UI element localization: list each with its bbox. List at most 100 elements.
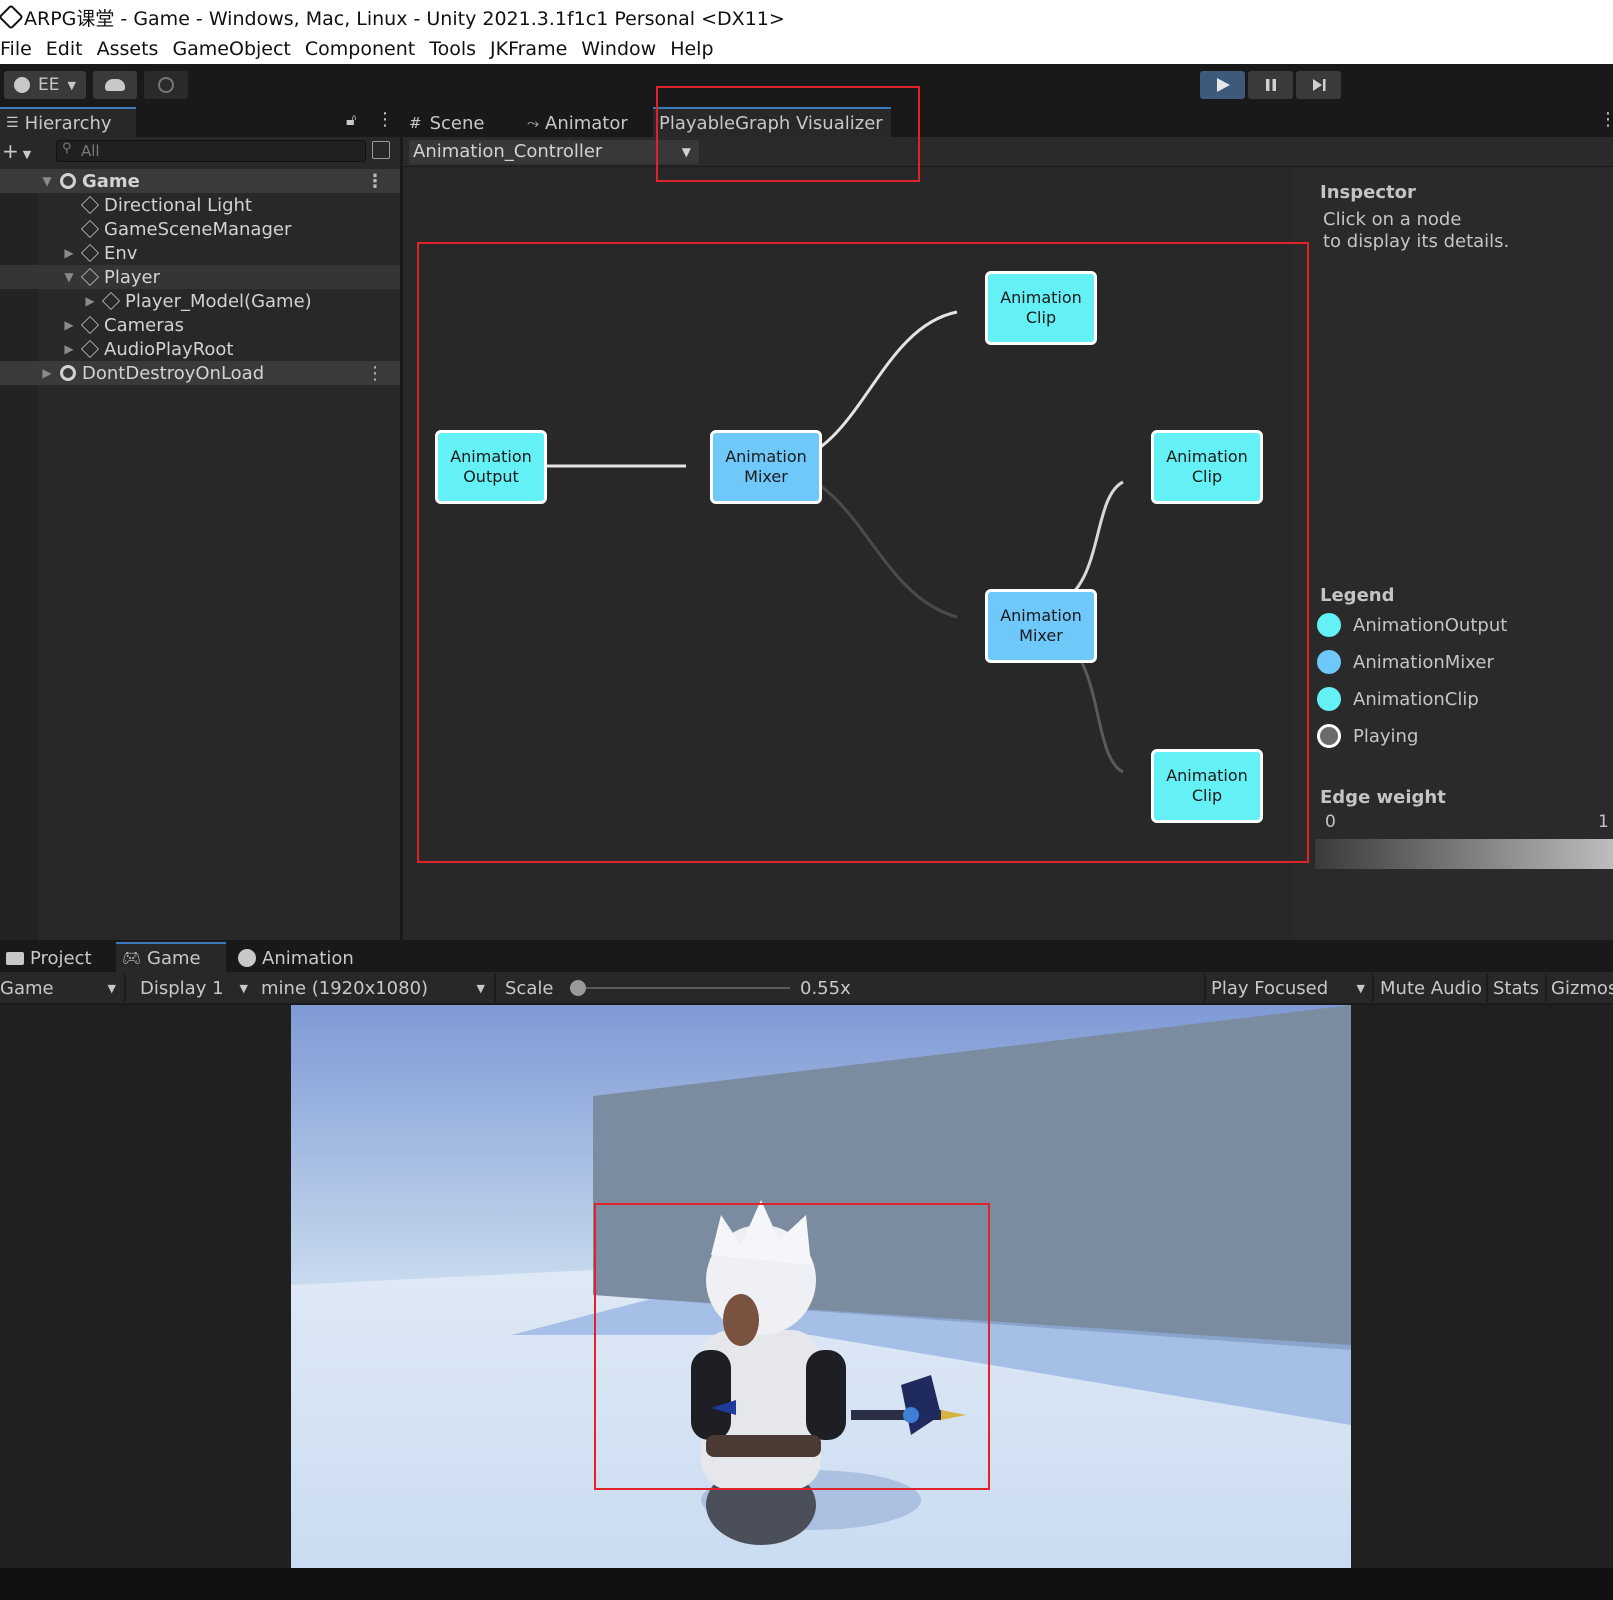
menu-component[interactable]: Component <box>305 38 415 60</box>
gameobject-icon <box>101 291 121 311</box>
lock-icon[interactable]: 🔓︎ <box>346 110 356 130</box>
bottom-tabstrip: Project 🎮︎ Game Animation <box>0 942 1613 972</box>
expand-arrow-icon[interactable]: ▶ <box>40 366 54 380</box>
scale-slider-track[interactable] <box>570 987 790 989</box>
menu-file[interactable]: File <box>0 38 32 60</box>
chevron-down-icon: ▼ <box>476 981 485 995</box>
tab-scene[interactable]: # Scene <box>403 107 519 137</box>
legend-title: Legend <box>1320 585 1395 606</box>
gamepad-icon: 🎮︎ <box>122 949 142 967</box>
grid-icon: # <box>409 114 422 132</box>
menu-jkframe[interactable]: JKFrame <box>490 38 567 60</box>
hierarchy-row-game[interactable]: ▼ Game ⋮ <box>0 169 400 193</box>
legend-swatch <box>1317 613 1341 637</box>
scale-slider-handle[interactable] <box>570 980 586 996</box>
kebab-menu-icon[interactable]: ⋮ <box>1599 109 1613 130</box>
scene-visibility-icon[interactable] <box>372 141 390 159</box>
kebab-menu-icon[interactable]: ⋮ <box>376 109 394 130</box>
hierarchy-row-gamescenemanager[interactable]: GameSceneManager <box>0 217 400 241</box>
node-animation-mixer-1[interactable]: Animation Mixer <box>710 430 822 504</box>
chevron-down-icon: ▼ <box>22 148 32 161</box>
legend-swatch <box>1317 724 1341 748</box>
menu-assets[interactable]: Assets <box>97 38 159 60</box>
expand-arrow-icon[interactable]: ▼ <box>62 270 76 284</box>
node-animation-clip-2[interactable]: Animation Clip <box>1151 430 1263 504</box>
hierarchy-row-player[interactable]: ▼ Player <box>0 265 400 289</box>
collab-button[interactable] <box>144 71 188 99</box>
cloud-button[interactable] <box>93 71 137 99</box>
stats-toggle[interactable]: Stats <box>1493 972 1539 1004</box>
node-animation-output[interactable]: Animation Output <box>435 430 547 504</box>
game-viewport[interactable] <box>0 1005 1613 1568</box>
hierarchy-row-cameras[interactable]: ▶ Cameras <box>0 313 400 337</box>
toolbar-divider <box>1372 974 1374 1002</box>
node-animation-clip-1[interactable]: Animation Clip <box>985 271 1097 345</box>
menu-gameobject[interactable]: GameObject <box>172 38 290 60</box>
window-title-bar: ARPG课堂 - Game - Windows, Mac, Linux - Un… <box>0 0 1613 34</box>
tab-animator-label: Animator <box>545 112 628 134</box>
step-button[interactable] <box>1296 71 1341 99</box>
search-icon: ⚲ <box>62 141 72 156</box>
menu-window[interactable]: Window <box>581 38 656 60</box>
legend-label: AnimationClip <box>1353 688 1479 710</box>
legend-item-playing: Playing <box>1317 721 1418 751</box>
hierarchy-row-dontdestroyonload[interactable]: ▶ DontDestroyOnLoad ⋮ <box>0 361 400 385</box>
hierarchy-tabstrip: ☰ Hierarchy 🔓︎ ⋮ <box>0 107 400 137</box>
hierarchy-row-audioplayroot[interactable]: ▶ AudioPlayRoot <box>0 337 400 361</box>
hierarchy-row-env[interactable]: ▶ Env <box>0 241 400 265</box>
legend-item-output: AnimationOutput <box>1317 610 1507 640</box>
legend-item-mixer: AnimationMixer <box>1317 647 1494 677</box>
edge-weight-max: 1 <box>1598 812 1609 832</box>
add-gameobject-button[interactable]: + ▼ <box>2 139 31 163</box>
node-animation-clip-3[interactable]: Animation Clip <box>1151 749 1263 823</box>
view-select-value: Game <box>0 977 54 999</box>
tab-hierarchy[interactable]: ☰ Hierarchy <box>0 107 136 137</box>
folder-icon <box>6 951 24 965</box>
gameobject-icon <box>80 219 100 239</box>
account-dropdown[interactable]: EE ▼ <box>4 71 86 99</box>
hierarchy-row-label: DontDestroyOnLoad <box>82 362 265 384</box>
gameobject-icon <box>80 267 100 287</box>
chevron-down-icon: ▼ <box>239 981 248 995</box>
collab-icon <box>158 77 174 93</box>
inspector-title: Inspector <box>1320 182 1416 203</box>
tab-animator[interactable]: ⤳ Animator <box>521 107 649 137</box>
play-focused-select[interactable]: Play Focused ▼ <box>1211 972 1371 1004</box>
hierarchy-row-player-model[interactable]: ▶ Player_Model(Game) <box>0 289 400 313</box>
expand-arrow-icon[interactable]: ▶ <box>62 246 76 260</box>
hierarchy-search-input[interactable]: All <box>56 140 366 162</box>
display-select[interactable]: Display 1 ▼ <box>140 972 252 1004</box>
gameobject-icon <box>80 243 100 263</box>
menu-help[interactable]: Help <box>670 38 713 60</box>
view-select[interactable]: Game ▼ <box>0 972 122 1004</box>
expand-arrow-icon[interactable]: ▶ <box>62 318 76 332</box>
display-select-value: Display 1 <box>140 977 224 999</box>
play-focused-value: Play Focused <box>1211 977 1329 999</box>
hierarchy-row-directional-light[interactable]: Directional Light <box>0 193 400 217</box>
gameobject-icon <box>80 315 100 335</box>
kebab-menu-icon[interactable]: ⋮ <box>366 363 384 384</box>
menu-edit[interactable]: Edit <box>46 38 83 60</box>
tab-playablegraph-visualizer[interactable]: PlayableGraph Visualizer <box>653 107 891 137</box>
tab-animation-label: Animation <box>262 947 354 969</box>
play-button[interactable] <box>1200 71 1245 99</box>
mute-audio-toggle[interactable]: Mute Audio <box>1380 972 1482 1004</box>
tab-animation[interactable]: Animation <box>232 942 360 972</box>
kebab-menu-icon[interactable]: ⋮ <box>366 171 384 192</box>
expand-arrow-icon[interactable]: ▶ <box>62 342 76 356</box>
expand-arrow-icon[interactable]: ▼ <box>40 174 54 188</box>
expand-arrow-icon[interactable]: ▶ <box>83 294 97 308</box>
pause-button[interactable] <box>1248 71 1293 99</box>
hierarchy-row-label: Env <box>104 242 138 264</box>
gameobject-icon <box>80 339 100 359</box>
graph-select-dropdown[interactable]: Animation_Controller ▼ <box>409 140 699 164</box>
tab-project[interactable]: Project <box>0 942 112 972</box>
clock-icon <box>238 949 256 967</box>
node-animation-mixer-2[interactable]: Animation Mixer <box>985 589 1097 663</box>
resolution-select[interactable]: mine (1920x1080) ▼ <box>261 972 491 1004</box>
menu-tools[interactable]: Tools <box>429 38 476 60</box>
chevron-down-icon: ▼ <box>67 78 76 92</box>
gizmos-toggle[interactable]: Gizmos <box>1551 972 1613 1004</box>
tab-game[interactable]: 🎮︎ Game <box>116 942 226 972</box>
graph-canvas[interactable]: Animation Output Animation Mixer Animati… <box>403 167 1293 940</box>
